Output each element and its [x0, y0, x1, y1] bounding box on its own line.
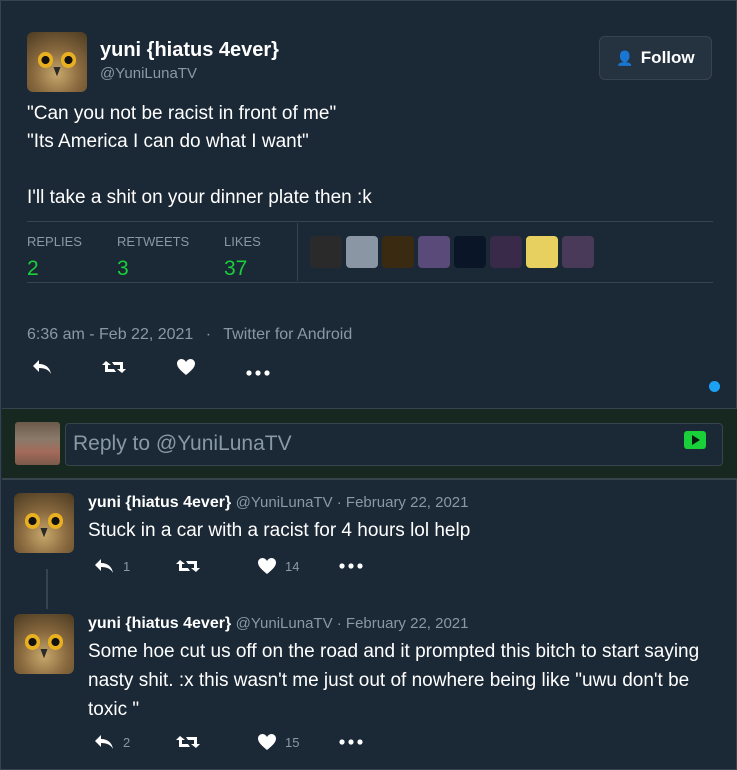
- liker-avatar[interactable]: [490, 236, 522, 268]
- liker-avatar[interactable]: [526, 236, 558, 268]
- send-icon[interactable]: [684, 431, 706, 449]
- more-icon: [339, 563, 363, 569]
- reply-avatar[interactable]: [14, 493, 74, 553]
- likes-count: 37: [224, 257, 248, 280]
- reply-retweet-button[interactable]: [175, 557, 257, 575]
- liker-avatar[interactable]: [346, 236, 378, 268]
- reply-tweet[interactable]: yuni {hiatus 4ever} @YuniLunaTV · Februa…: [2, 491, 737, 591]
- reply-icon[interactable]: [27, 358, 57, 382]
- reply-text: Some hoe cut us off on the road and it p…: [88, 641, 700, 720]
- reply-like-button[interactable]: 14: [257, 557, 339, 575]
- retweet-icon[interactable]: [99, 358, 129, 382]
- stat-divider: [297, 223, 298, 281]
- reply-text: Stuck in a car with a racist for 4 hours…: [88, 520, 471, 541]
- tweet-text: "Can you not be racist in front of me" "…: [27, 103, 372, 208]
- author-handle[interactable]: @YuniLunaTV: [100, 65, 197, 82]
- reply-author[interactable]: yuni {hiatus 4ever} @YuniLunaTV · Februa…: [88, 615, 469, 633]
- divider: [27, 282, 713, 283]
- reply-author[interactable]: yuni {hiatus 4ever} @YuniLunaTV · Februa…: [88, 494, 469, 512]
- heart-icon: [258, 558, 276, 574]
- like-count: 14: [285, 558, 300, 574]
- reply-tweet[interactable]: yuni {hiatus 4ever} @YuniLunaTV · Februa…: [2, 612, 737, 762]
- more-icon[interactable]: [243, 359, 273, 382]
- follow-label: Follow: [640, 48, 695, 67]
- retweets-count: 3: [117, 257, 129, 280]
- reply-retweet-button[interactable]: [175, 733, 257, 751]
- liker-avatar[interactable]: [454, 236, 486, 268]
- like-count: 15: [285, 734, 300, 750]
- tweet-actions: [27, 358, 273, 382]
- reply-actions: 2 15: [93, 733, 363, 751]
- author-avatar[interactable]: [27, 32, 87, 92]
- author-display-name[interactable]: yuni {hiatus 4ever}: [100, 39, 279, 62]
- reply-icon: [95, 735, 113, 749]
- replies-stat[interactable]: REPLIES 2: [27, 233, 82, 281]
- reply-author-name: yuni {hiatus 4ever}: [88, 615, 232, 632]
- divider: [27, 221, 713, 222]
- reply-input[interactable]: Reply to @YuniLunaTV: [65, 423, 723, 466]
- heart-icon: [258, 734, 276, 750]
- thread-line: [46, 569, 48, 609]
- reply-avatar[interactable]: [14, 614, 74, 674]
- liker-avatar[interactable]: [562, 236, 594, 268]
- replies-label: REPLIES: [27, 234, 82, 249]
- unread-dot: [709, 381, 720, 392]
- more-icon: [339, 739, 363, 745]
- reply-like-button[interactable]: 15: [257, 733, 339, 751]
- reply-author-name: yuni {hiatus 4ever}: [88, 494, 232, 511]
- retweets-label: RETWEETS: [117, 234, 190, 249]
- tweet-card: yuni {hiatus 4ever} @YuniLunaTV 👤 Follow…: [0, 0, 737, 770]
- reply-meta: @YuniLunaTV · February 22, 2021: [235, 615, 469, 632]
- reply-more-button[interactable]: [339, 739, 363, 745]
- heart-icon[interactable]: [171, 358, 201, 382]
- viewer-avatar: [15, 422, 60, 465]
- follow-person-icon: 👤: [616, 49, 634, 66]
- reply-more-button[interactable]: [339, 563, 363, 569]
- replies-count: 2: [27, 257, 39, 280]
- liker-avatar[interactable]: [310, 236, 342, 268]
- retweet-icon: [176, 560, 200, 572]
- retweets-stat[interactable]: RETWEETS 3: [117, 233, 189, 281]
- liker-avatar[interactable]: [418, 236, 450, 268]
- reply-count: 1: [123, 558, 131, 574]
- follow-button[interactable]: 👤 Follow: [599, 36, 712, 80]
- likes-label: LIKES: [224, 234, 261, 249]
- retweet-icon: [176, 736, 200, 748]
- liker-avatars: [310, 236, 594, 268]
- reply-actions: 1 14: [93, 557, 363, 575]
- reply-count: 2: [123, 734, 131, 750]
- timestamp-text[interactable]: 6:36 am - Feb 22, 2021: [27, 326, 193, 343]
- divider: [2, 479, 737, 480]
- reply-reply-button[interactable]: 1: [93, 557, 175, 575]
- likes-stat[interactable]: LIKES 37: [224, 233, 261, 281]
- liker-avatar[interactable]: [382, 236, 414, 268]
- client-text: Twitter for Android: [223, 326, 353, 343]
- reply-reply-button[interactable]: 2: [93, 733, 175, 751]
- reply-icon: [95, 559, 113, 573]
- tweet-timestamp: 6:36 am - Feb 22, 2021 · Twitter for And…: [27, 326, 353, 343]
- reply-meta: @YuniLunaTV · February 22, 2021: [235, 494, 469, 511]
- reply-compose-area: Reply to @YuniLunaTV: [2, 408, 737, 479]
